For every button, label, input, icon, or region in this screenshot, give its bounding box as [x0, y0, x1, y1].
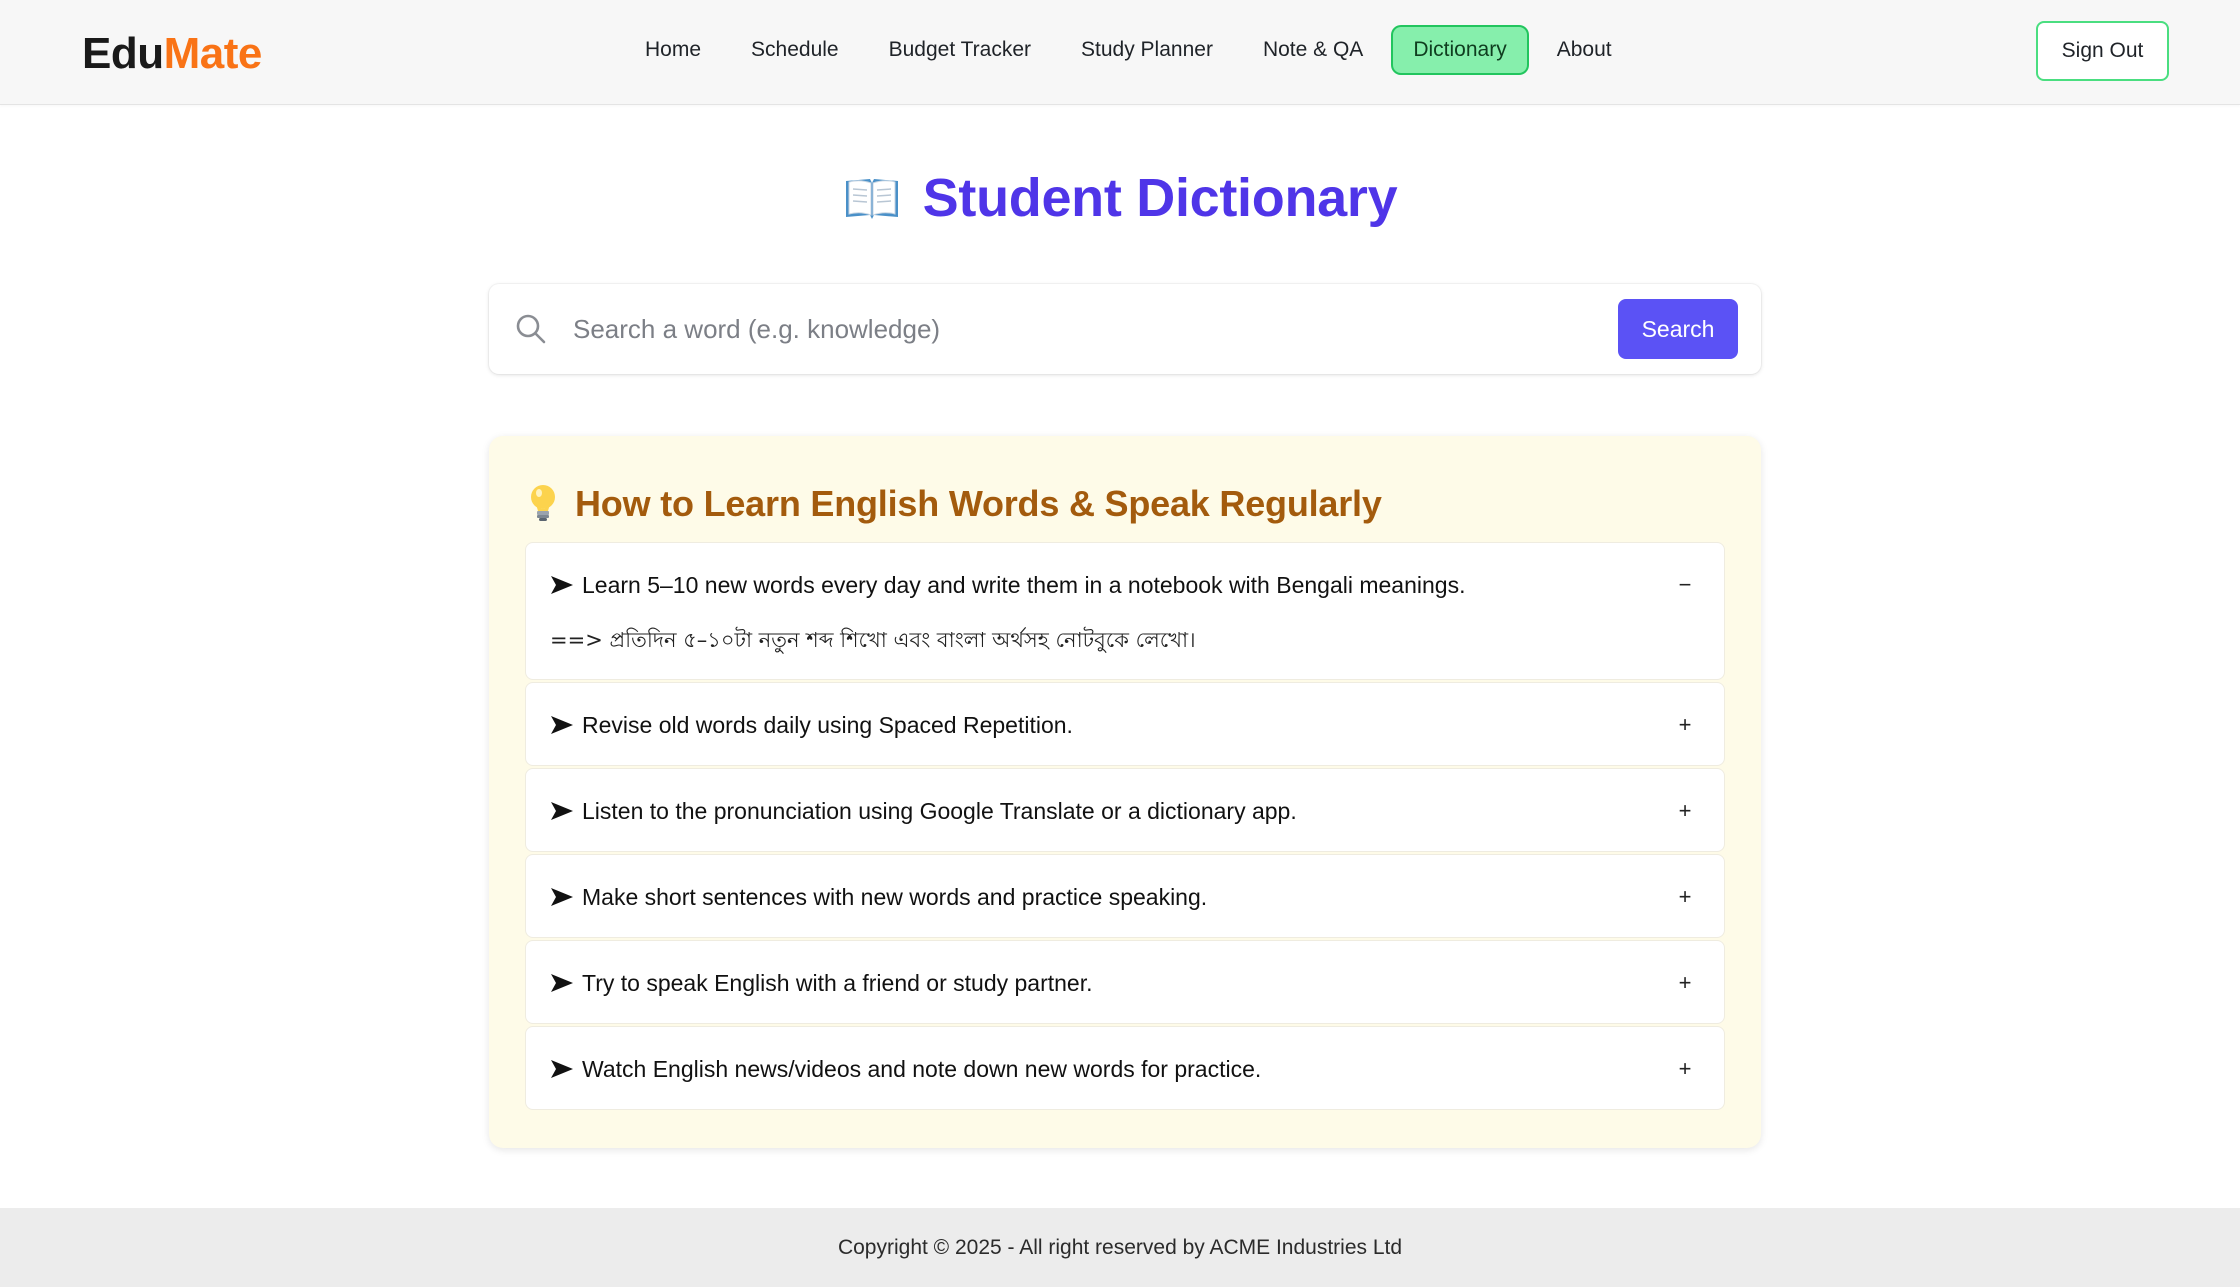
nav-link-dictionary[interactable]: Dictionary [1391, 25, 1529, 75]
accordion-item[interactable]: Watch English news/videos and note down … [525, 1026, 1725, 1110]
nav-link-note-qa[interactable]: Note & QA [1241, 25, 1385, 75]
tips-heading: How to Learn English Words & Speak Regul… [529, 472, 1382, 536]
search-input[interactable] [573, 302, 1573, 356]
nav-link-study-planner[interactable]: Study Planner [1059, 25, 1235, 75]
tips-title: How to Learn English Words & Speak Regul… [575, 483, 1382, 524]
search-bar: Search [489, 284, 1761, 374]
nav-link-schedule[interactable]: Schedule [729, 25, 861, 75]
accordion-question[interactable]: Make short sentences with new words and … [550, 855, 1207, 939]
accordion-question-text: Listen to the pronunciation using Google… [582, 797, 1297, 824]
light-bulb-icon [531, 485, 555, 521]
expand-toggle[interactable]: + [1670, 1027, 1700, 1111]
arrowhead-icon [551, 974, 573, 992]
accordion-question-text: Watch English news/videos and note down … [582, 1055, 1262, 1082]
arrowhead-icon [551, 716, 573, 734]
brand-logo[interactable]: EduMate [82, 26, 262, 82]
footer: Copyright © 2025 - All right reserved by… [0, 1208, 2240, 1287]
accordion-question[interactable]: Listen to the pronunciation using Google… [550, 769, 1297, 853]
nav-link-home[interactable]: Home [623, 25, 723, 75]
accordion-item[interactable]: Make short sentences with new words and … [525, 854, 1725, 938]
accordion-item[interactable]: Try to speak English with a friend or st… [525, 940, 1725, 1024]
accordion-question-text: Make short sentences with new words and … [582, 883, 1208, 910]
nav-link-budget-tracker[interactable]: Budget Tracker [867, 25, 1053, 75]
page-title-text: Student Dictionary [922, 168, 1398, 228]
arrowhead-icon [551, 576, 573, 594]
accordion-question[interactable]: Watch English news/videos and note down … [550, 1027, 1261, 1111]
expand-toggle[interactable]: + [1670, 683, 1700, 767]
search-button[interactable]: Search [1618, 299, 1738, 359]
accordion-question[interactable]: Try to speak English with a friend or st… [550, 941, 1093, 1025]
accordion-item[interactable]: Revise old words daily using Spaced Repe… [525, 682, 1725, 766]
arrowhead-icon [551, 802, 573, 820]
top-navbar: EduMate Home Schedule Budget Tracker Stu… [0, 0, 2240, 105]
expand-toggle[interactable]: + [1670, 769, 1700, 853]
collapse-toggle[interactable]: − [1670, 543, 1700, 627]
search-icon [516, 314, 546, 344]
brand-logo-part2: Mate [163, 29, 263, 78]
tips-panel: How to Learn English Words & Speak Regul… [489, 436, 1761, 1148]
accordion-question[interactable]: Revise old words daily using Spaced Repe… [550, 683, 1073, 767]
accordion-question-text: Learn 5–10 new words every day and write… [582, 571, 1466, 598]
accordion-question[interactable]: Learn 5–10 new words every day and write… [550, 543, 1465, 627]
copyright-text: Copyright © 2025 - All right reserved by… [837, 1235, 1403, 1259]
arrowhead-icon [551, 888, 573, 906]
accordion-item[interactable]: Listen to the pronunciation using Google… [525, 768, 1725, 852]
open-book-icon [845, 179, 898, 219]
arrowhead-icon [551, 1060, 573, 1078]
accordion-question-text: Revise old words daily using Spaced Repe… [582, 711, 1073, 738]
page-title: Student Dictionary [0, 160, 2240, 236]
expand-toggle[interactable]: + [1670, 941, 1700, 1025]
sign-out-button[interactable]: Sign Out [2036, 21, 2169, 81]
accordion-question-text: Try to speak English with a friend or st… [582, 969, 1093, 996]
accordion-item[interactable]: Learn 5–10 new words every day and write… [525, 542, 1725, 680]
main-nav: Home Schedule Budget Tracker Study Plann… [620, 25, 1637, 75]
brand-logo-part1: Edu [82, 29, 164, 78]
expand-toggle[interactable]: + [1670, 855, 1700, 939]
nav-link-about[interactable]: About [1535, 25, 1634, 75]
accordion-answer: ==> প্রতিদিন ৫–১০টা নতুন শব্দ শিখো এবং ব… [550, 627, 1196, 652]
